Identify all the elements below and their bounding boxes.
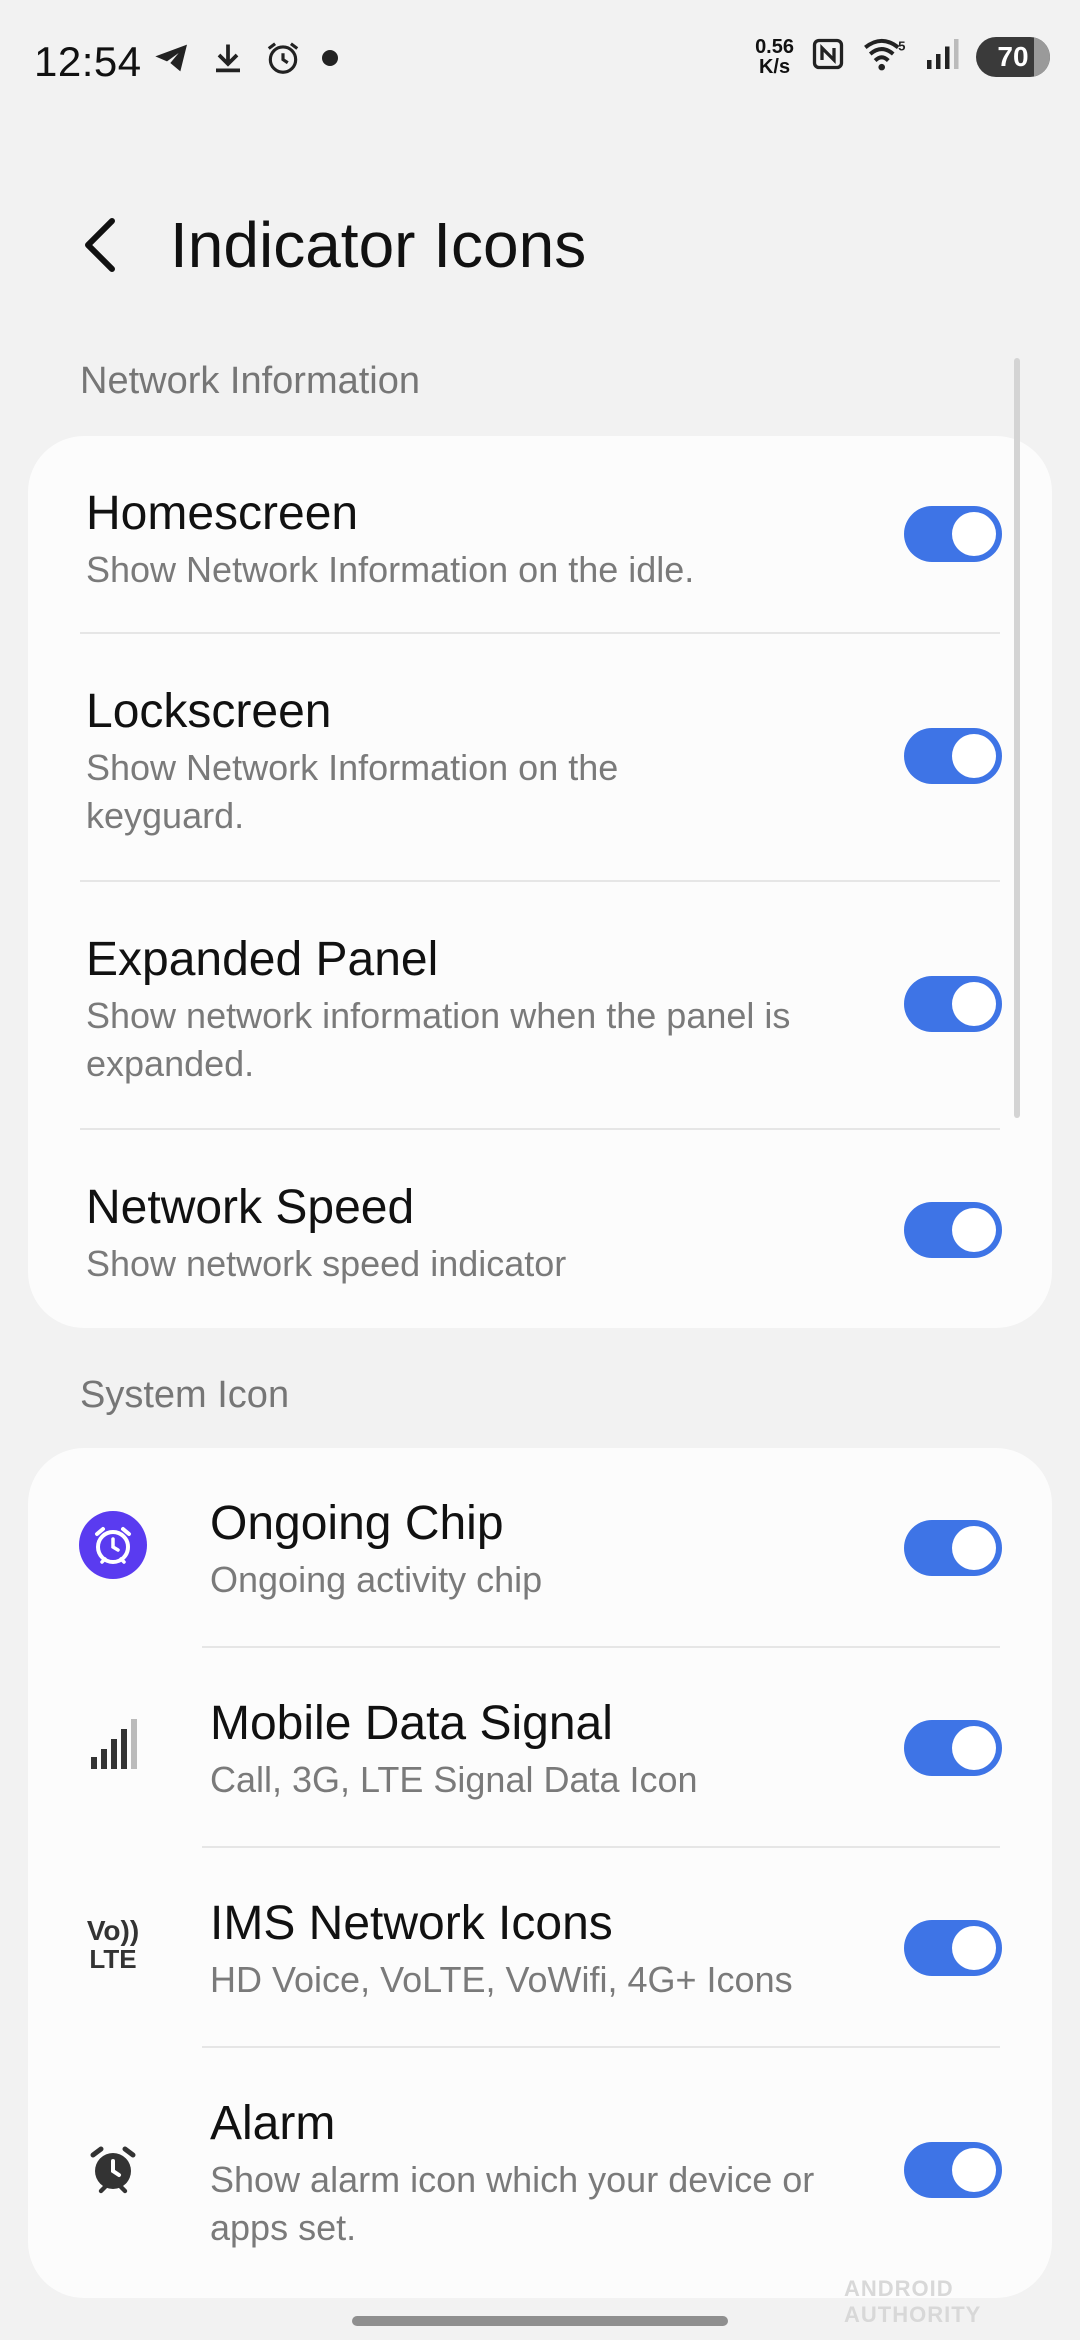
volte-icon-top: Vo)) xyxy=(86,1915,140,1946)
ongoing-chip-toggle[interactable] xyxy=(904,1520,1002,1576)
alarm-toggle[interactable] xyxy=(904,2142,1002,2198)
net-speed-value: 0.56 xyxy=(755,35,794,58)
signal-bars-icon xyxy=(78,1710,148,1780)
section-label-system: System Icon xyxy=(80,1374,290,1416)
scrollbar[interactable] xyxy=(1014,358,1020,1118)
toggle-knob xyxy=(952,2148,996,2192)
navigation-handle[interactable] xyxy=(352,2316,728,2326)
network-information-card: Homescreen Show Network Information on t… xyxy=(28,436,1052,1328)
dot-icon xyxy=(320,38,340,78)
setting-title: Homescreen xyxy=(86,487,359,540)
network-speed-toggle[interactable] xyxy=(904,1202,1002,1258)
wifi-icon: 5 xyxy=(862,34,908,79)
expanded-panel-toggle[interactable] xyxy=(904,976,1002,1032)
back-button[interactable] xyxy=(70,210,130,280)
toggle-knob xyxy=(952,982,996,1026)
setting-subtitle: Show alarm icon which your device or app… xyxy=(210,2159,815,2248)
setting-row-homescreen[interactable]: Homescreen Show Network Information on t… xyxy=(28,436,1052,634)
battery-level: 70 xyxy=(997,40,1029,72)
signal-icon xyxy=(924,34,960,79)
setting-subtitle: Call, 3G, LTE Signal Data Icon xyxy=(210,1759,698,1800)
alarm-icon xyxy=(264,38,302,78)
setting-subtitle: HD Voice, VoLTE, VoWifi, 4G+ Icons xyxy=(210,1959,793,2000)
telegram-icon xyxy=(152,38,192,78)
battery-icon: 70 xyxy=(976,36,1050,77)
setting-title: Network Speed xyxy=(86,1181,415,1234)
setting-row-network-speed[interactable]: Network Speed Show network speed indicat… xyxy=(28,1130,1052,1328)
homescreen-toggle[interactable] xyxy=(904,506,1002,562)
status-time: 12:54 xyxy=(34,38,142,85)
mobile-data-signal-toggle[interactable] xyxy=(904,1720,1002,1776)
toggle-knob xyxy=(952,1926,996,1970)
toggle-knob xyxy=(952,1726,996,1770)
app-bar: Indicator Icons xyxy=(0,200,1080,290)
setting-row-mobile-data-signal[interactable]: Mobile Data Signal Call, 3G, LTE Signal … xyxy=(28,1648,1052,1848)
net-speed-unit: K/s xyxy=(758,55,791,78)
ims-network-icons-toggle[interactable] xyxy=(904,1920,1002,1976)
chevron-left-icon xyxy=(85,218,115,272)
setting-subtitle: Show network speed indicator xyxy=(86,1243,567,1284)
setting-row-ims-network-icons[interactable]: Vo)) LTE IMS Network Icons HD Voice, VoL… xyxy=(28,1848,1052,2048)
status-bar: 12:54 0.56 K/s 5 70 xyxy=(0,0,1080,120)
toggle-knob xyxy=(952,512,996,556)
alarm-clock-icon xyxy=(78,2134,148,2204)
volte-icon-vo: Vo xyxy=(86,1915,121,1946)
setting-subtitle: Show network information when the panel … xyxy=(86,995,791,1084)
setting-title: Alarm xyxy=(210,2097,336,2150)
toggle-knob xyxy=(952,1526,996,1570)
svg-text:5: 5 xyxy=(898,39,905,54)
screen: 12:54 0.56 K/s 5 70 Indicator Icons Netw… xyxy=(0,0,1080,2340)
setting-row-alarm[interactable]: Alarm Show alarm icon which your device … xyxy=(28,2048,1052,2298)
setting-title: Ongoing Chip xyxy=(210,1497,504,1550)
setting-row-ongoing-chip[interactable]: Ongoing Chip Ongoing activity chip xyxy=(28,1448,1052,1648)
download-icon xyxy=(210,38,246,78)
setting-row-expanded-panel[interactable]: Expanded Panel Show network information … xyxy=(28,882,1052,1130)
setting-title: IMS Network Icons xyxy=(210,1897,613,1950)
setting-row-lockscreen[interactable]: Lockscreen Show Network Information on t… xyxy=(28,634,1052,882)
status-right-icons: 0.56 K/s 5 70 xyxy=(755,34,1050,79)
setting-title: Expanded Panel xyxy=(86,933,439,986)
setting-subtitle: Show Network Information on the idle. xyxy=(86,549,695,590)
status-left-icons xyxy=(152,38,340,78)
page-title: Indicator Icons xyxy=(170,209,587,281)
volte-icon: Vo)) LTE xyxy=(78,1910,148,1980)
setting-subtitle: Show Network Information on the keyguard… xyxy=(86,747,619,836)
setting-subtitle: Ongoing activity chip xyxy=(210,1559,543,1600)
watermark: ANDROID AUTHORITY xyxy=(844,2276,982,2327)
toggle-knob xyxy=(952,734,996,778)
toggle-knob xyxy=(952,1208,996,1252)
setting-title: Mobile Data Signal xyxy=(210,1697,613,1750)
nfc-icon xyxy=(810,34,846,79)
network-speed-readout: 0.56 K/s xyxy=(755,37,794,77)
volte-icon-lte: LTE xyxy=(89,1944,137,1974)
system-icon-card: Ongoing Chip Ongoing activity chip Mobil… xyxy=(28,1448,1052,2298)
ongoing-chip-alarm-icon xyxy=(78,1510,148,1580)
setting-title: Lockscreen xyxy=(86,685,332,738)
section-label-network: Network Information xyxy=(80,360,421,402)
lockscreen-toggle[interactable] xyxy=(904,728,1002,784)
